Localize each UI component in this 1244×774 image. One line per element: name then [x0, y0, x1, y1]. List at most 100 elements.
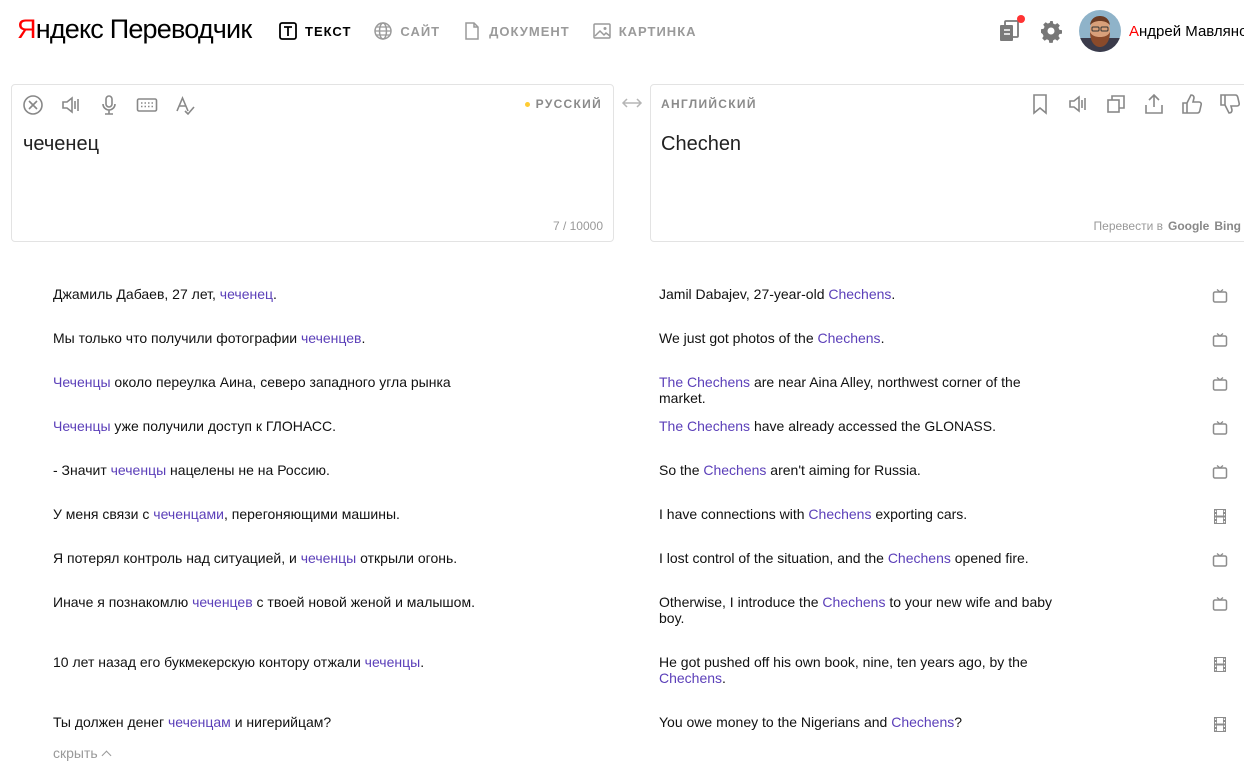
listen-target-button[interactable] — [1067, 93, 1089, 115]
example-highlight: The Chechens — [659, 374, 751, 390]
example-text: . — [420, 654, 425, 670]
speaker-icon — [62, 96, 79, 114]
collections-button[interactable] — [997, 15, 1025, 44]
example-translation: The Chechens are near Aina Alley, northw… — [659, 374, 1069, 406]
tv-icon[interactable] — [1212, 552, 1228, 568]
tv-icon[interactable] — [1212, 332, 1228, 348]
share-button[interactable] — [1143, 93, 1165, 115]
example-text: Джамиль Дабаев, 27 лет, — [53, 286, 220, 302]
keyboard-button[interactable] — [136, 94, 158, 116]
engine-google-link[interactable]: Google — [1168, 219, 1209, 233]
hide-label: скрыть — [53, 745, 98, 761]
tab-image-label: КАРТИНКА — [618, 23, 697, 39]
example-source: Чеченцы уже получили доступ к ГЛОНАСС. — [53, 418, 613, 434]
avatar[interactable] — [1079, 10, 1121, 52]
globe-icon — [374, 22, 393, 40]
spellcheck-icon — [176, 95, 195, 116]
example-text: Otherwise, I introduce the — [659, 594, 823, 610]
example-text: - Значит — [53, 462, 111, 478]
gear-icon — [1041, 21, 1062, 43]
example-highlight: чеченцы — [110, 462, 167, 478]
copy-icon — [1107, 95, 1125, 113]
film-icon[interactable] — [1212, 656, 1228, 672]
logo-brand: ндекс — [35, 14, 104, 44]
example-source: Иначе я познакомлю чеченцев с твоей ново… — [53, 594, 613, 610]
example-highlight: Chechens — [817, 330, 881, 346]
example-text: So the — [659, 462, 704, 478]
example-highlight: Chechens — [891, 714, 955, 730]
bookmark-button[interactable] — [1029, 93, 1051, 115]
example-text: ? — [954, 714, 963, 730]
tab-site-label: САЙТ — [400, 23, 441, 39]
tab-document[interactable]: ДОКУМЕНТ — [462, 19, 570, 43]
example-text: открыли огонь. — [356, 550, 458, 566]
logo-product: Переводчик — [109, 14, 252, 44]
spellcheck-button[interactable] — [174, 94, 196, 116]
swap-languages-button[interactable] — [620, 95, 644, 111]
tv-icon[interactable] — [1212, 464, 1228, 480]
username[interactable]: Андрей Мавлянов — [1129, 23, 1244, 40]
share-icon — [1145, 93, 1163, 114]
example-text: . — [361, 330, 366, 346]
example-text: с твоей новой женой и малышом. — [252, 594, 475, 610]
document-icon — [465, 22, 479, 40]
example-translation: The Chechens have already accessed the G… — [659, 418, 1069, 434]
example-text: и нигерийцам? — [230, 714, 332, 730]
example-text: Я потерял контроль над ситуацией, и — [53, 550, 301, 566]
copy-button[interactable] — [1105, 93, 1127, 115]
close-icon — [23, 95, 43, 115]
example-text: You owe money to the Nigerians and — [659, 714, 892, 730]
example-text: 10 лет назад его букмекерскую контору от… — [53, 654, 365, 670]
thumbs-down-icon — [1220, 94, 1241, 114]
thumbs-down-button[interactable] — [1219, 93, 1241, 115]
chevron-up-icon — [101, 750, 112, 761]
example-translation: He got pushed off his own book, nine, te… — [659, 654, 1069, 686]
tab-text-label: ТЕКСТ — [305, 23, 352, 39]
voice-input-button[interactable] — [98, 94, 120, 116]
tv-icon[interactable] — [1212, 596, 1228, 612]
example-text: . — [880, 330, 885, 346]
bookmark-icon — [1033, 94, 1047, 115]
clear-button[interactable] — [22, 94, 44, 116]
example-source: Я потерял контроль над ситуацией, и чече… — [53, 550, 613, 566]
logo[interactable]: Яндекс Переводчик — [17, 14, 252, 45]
tab-text[interactable]: ТЕКСТ — [278, 19, 351, 43]
example-highlight: чеченцами — [153, 506, 224, 522]
example-text: aren't aiming for Russia. — [766, 462, 921, 478]
example-highlight: Chechens — [828, 286, 892, 302]
target-panel: АНГЛИЙСКИЙ Chechen Перевести в Google Bing — [650, 84, 1244, 242]
example-text: . — [273, 286, 277, 302]
example-highlight: чеченцы — [364, 654, 421, 670]
engine-bing-link[interactable]: Bing — [1214, 219, 1241, 233]
username-first-letter: А — [1129, 22, 1140, 40]
tv-icon[interactable] — [1212, 288, 1228, 304]
example-source: У меня связи с чеченцами, перегоняющими … — [53, 506, 613, 522]
example-translation: You owe money to the Nigerians and Chech… — [659, 714, 1069, 730]
speaker-icon — [1069, 95, 1086, 113]
example-text: около переулка Аина, северо западного уг… — [110, 374, 451, 390]
example-highlight: Чеченцы — [53, 374, 111, 390]
tv-icon[interactable] — [1212, 376, 1228, 392]
tab-image[interactable]: КАРТИНКА — [592, 19, 697, 43]
example-source: Мы только что получили фотографии чеченц… — [53, 330, 613, 346]
example-highlight: чеченцам — [167, 714, 231, 730]
char-counter: 7 / 10000 — [552, 219, 603, 233]
thumbs-up-button[interactable] — [1181, 93, 1203, 115]
tv-icon[interactable] — [1212, 420, 1228, 436]
hide-examples-button[interactable]: скрыть — [53, 745, 112, 761]
film-icon[interactable] — [1212, 508, 1228, 524]
example-text: exporting cars. — [871, 506, 968, 522]
example-text: Jamil Dabajev, 27-year-old — [659, 286, 829, 302]
example-text: . — [891, 286, 896, 302]
example-highlight: Чеченцы — [53, 418, 111, 434]
source-language-selector[interactable]: РУССКИЙ — [524, 97, 602, 111]
tab-site[interactable]: САЙТ — [373, 19, 440, 43]
keyboard-icon — [136, 98, 158, 112]
image-icon — [592, 23, 611, 39]
source-input[interactable]: чеченец — [23, 133, 99, 156]
settings-button[interactable] — [1039, 19, 1063, 43]
listen-source-button[interactable] — [60, 94, 82, 116]
example-text: нацелены не на Россию. — [166, 462, 330, 478]
target-language-selector[interactable]: АНГЛИЙСКИЙ — [661, 97, 757, 111]
film-icon[interactable] — [1212, 716, 1228, 732]
